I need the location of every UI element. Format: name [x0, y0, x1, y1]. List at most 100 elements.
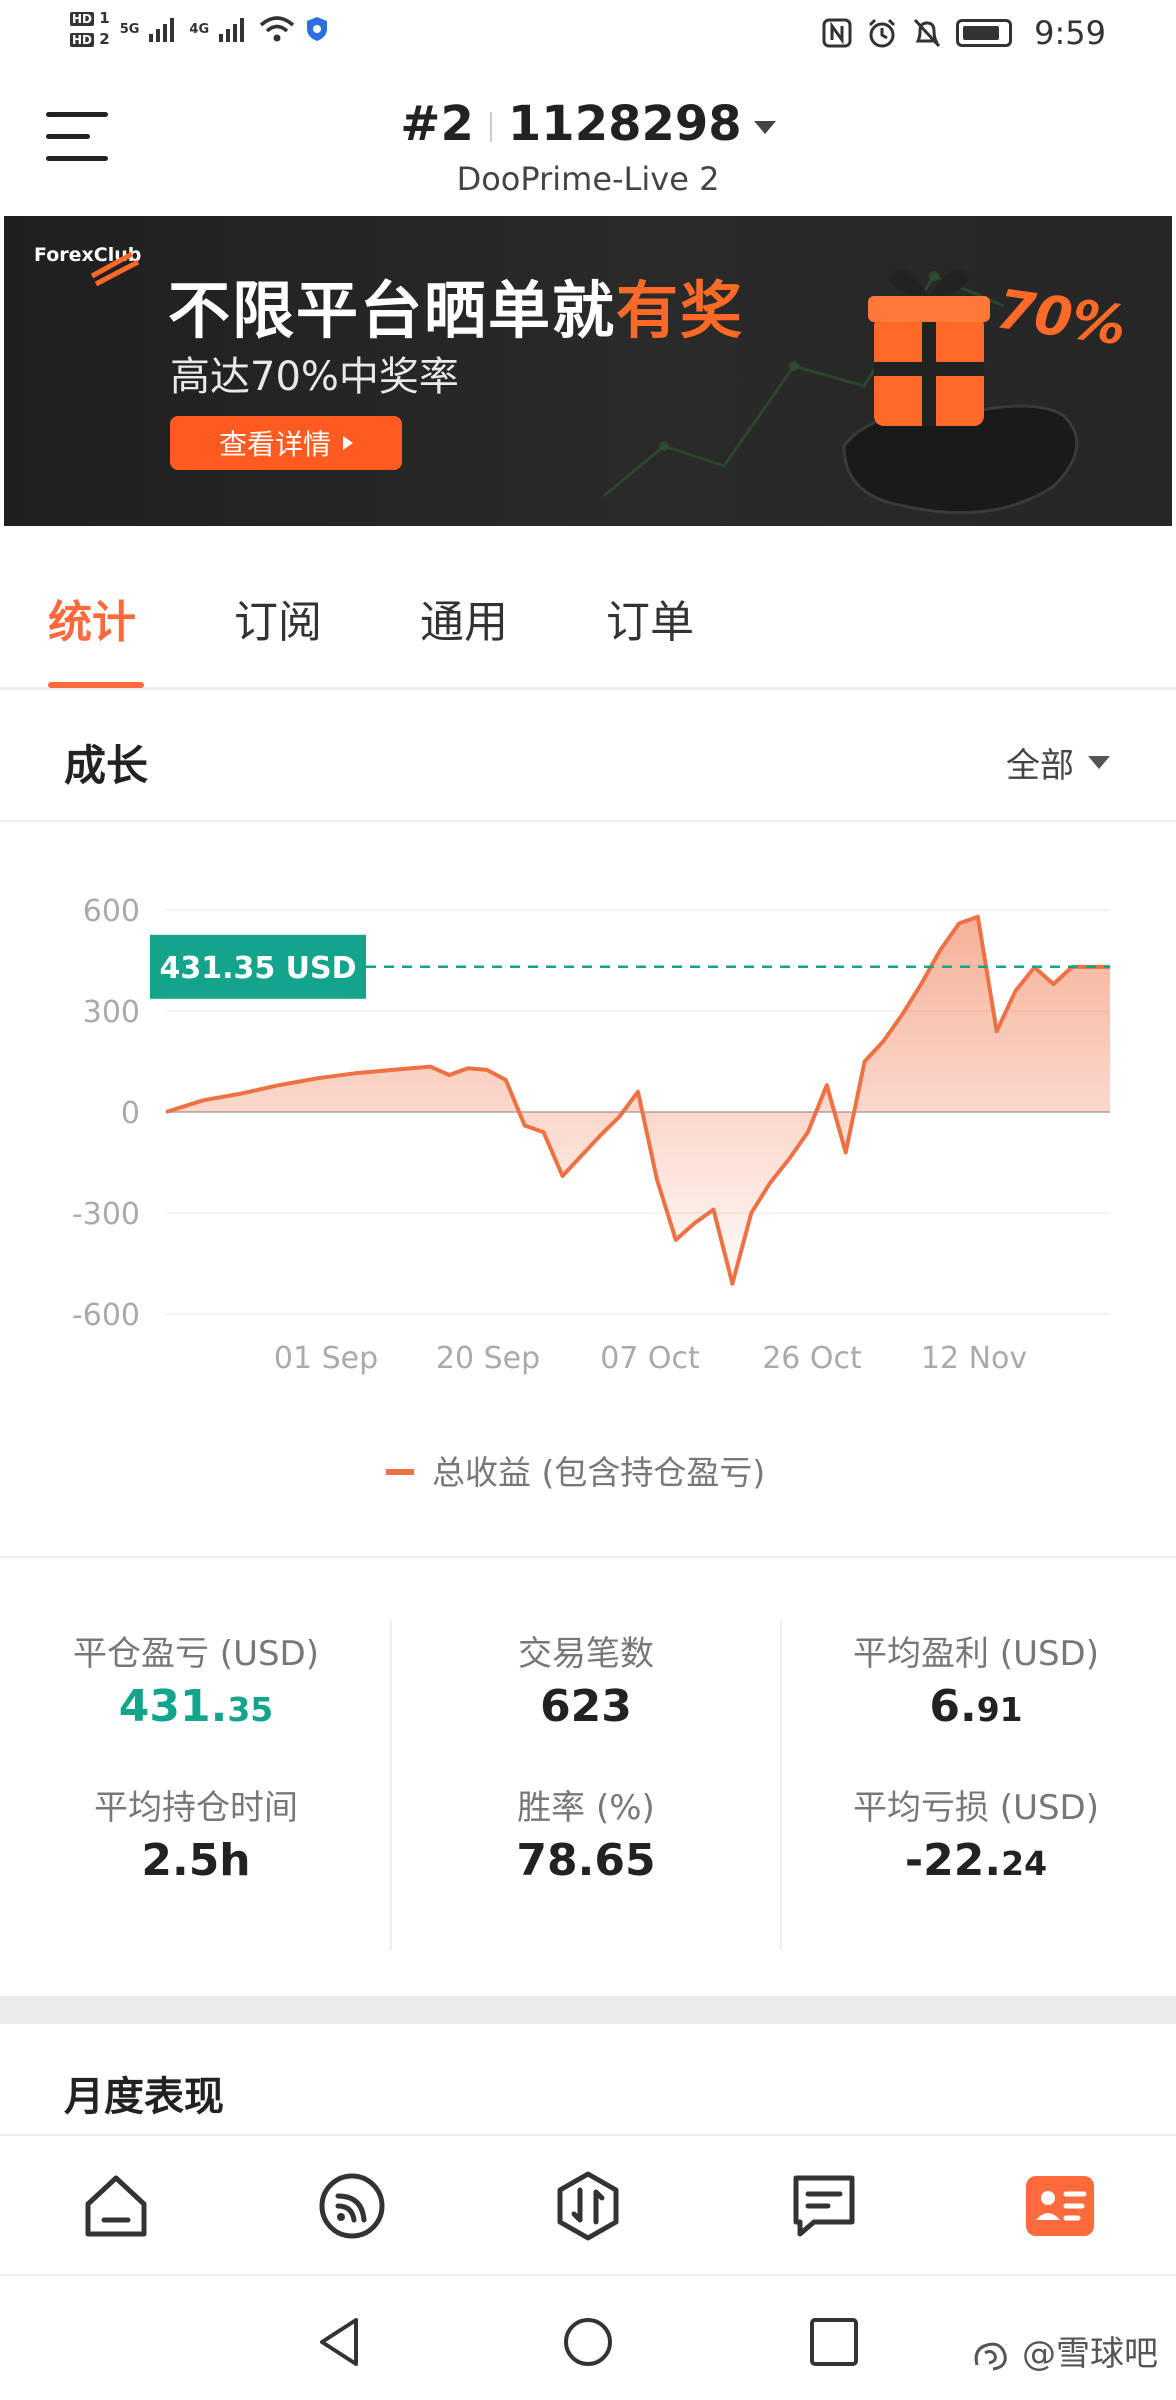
home-icon	[85, 2175, 147, 2237]
growth-chart: 600 300 0 -300 -600 01 Sep 20 Sep 07 Oct 26 Oct 1…	[0, 824, 1176, 1554]
banner-headline-main: 不限平台晒单就	[168, 274, 617, 347]
y-tick-label: 0	[121, 1096, 140, 1131]
current-value-label: 431.35 USD	[159, 951, 356, 986]
home-circle-icon[interactable]	[560, 2314, 616, 2370]
vpn-shield-icon	[307, 17, 328, 41]
account-number: 1128298	[507, 96, 742, 152]
nav-home[interactable]	[78, 2168, 154, 2244]
nav-feed[interactable]	[314, 2168, 390, 2244]
chevron-down-icon	[1088, 756, 1110, 769]
tab-statistics[interactable]: 统计	[48, 586, 136, 650]
growth-chart-svg: 600 300 0 -300 -600 01 Sep 20 Sep 07 Oct 26 Oct 1…	[72, 894, 1110, 1492]
signal-4g-icon	[219, 18, 245, 42]
stat-avg-hold-time-value: 2.5h	[141, 1835, 251, 1886]
growth-title: 成长	[64, 741, 149, 790]
nav-profile[interactable]	[1022, 2168, 1098, 2244]
tab-active-indicator	[48, 682, 144, 688]
stats-divider	[780, 1620, 782, 1950]
stats-panel: 平仓盈亏 (USD) 431.35 交易笔数 623 平均盈利 (USD) 6.…	[0, 1556, 1176, 1996]
hd2-number: 2	[99, 30, 110, 48]
tab-bar: 统计 订阅 通用 订单	[0, 530, 1176, 690]
x-tick-label: 20 Sep	[436, 1341, 540, 1376]
stat-avg-profit-label: 平均盈利 (USD)	[853, 1634, 1099, 1674]
nav-messages[interactable]	[786, 2168, 862, 2244]
chevron-down-icon	[753, 120, 776, 134]
stat-trades: 交易笔数 623	[396, 1626, 776, 1732]
system-nav: @雪球吧	[0, 2274, 1176, 2400]
banner-headline: 不限平台晒单就有奖	[168, 260, 744, 350]
watermark: @雪球吧	[971, 2326, 1158, 2375]
stat-avg-profit-value: 6.91	[786, 1681, 1166, 1732]
hd2-badge: HD 2	[70, 31, 110, 48]
nfc-icon	[822, 18, 852, 48]
account-index: #2	[400, 96, 474, 152]
account-selector[interactable]: #2 1128298	[0, 96, 1176, 152]
hd-indicators: HD 1 HD 2	[70, 10, 110, 48]
network-4g-label: 4G	[189, 21, 210, 37]
message-icon	[793, 2175, 855, 2237]
y-tick-label: 600	[83, 894, 140, 929]
y-tick-label: -300	[72, 1197, 140, 1232]
banner-cta-button[interactable]: 查看详情	[170, 416, 402, 470]
play-arrow-icon	[343, 436, 353, 450]
stat-closed-pl: 平仓盈亏 (USD) 431.35	[6, 1626, 386, 1732]
stat-win-rate: 胜率 (%) 78.65	[396, 1780, 776, 1886]
range-dropdown-value: 全部	[1006, 746, 1074, 786]
x-tick-label: 01 Sep	[274, 1341, 378, 1376]
stat-avg-profit: 平均盈利 (USD) 6.91	[786, 1626, 1166, 1732]
bottom-nav	[0, 2134, 1176, 2274]
legend-label: 总收益 (包含持仓盈亏)	[432, 1453, 765, 1492]
status-bar: HD 1 HD 2 5G 4G 9:59	[0, 0, 1176, 72]
feed-icon	[319, 2173, 385, 2239]
profile-icon	[1026, 2176, 1094, 2236]
forexclub-logo-icon	[90, 251, 140, 286]
wifi-icon	[259, 16, 295, 42]
stat-closed-pl-label: 平仓盈亏 (USD)	[73, 1634, 319, 1674]
stats-divider	[390, 1620, 392, 1950]
mute-bell-icon	[914, 18, 941, 48]
stat-win-rate-label: 胜率 (%)	[517, 1788, 655, 1828]
network-5g-label: 5G	[119, 21, 140, 37]
growth-section-header: 成长 全部	[0, 692, 1176, 822]
hd1-number: 1	[99, 9, 110, 27]
stat-avg-loss-label: 平均亏损 (USD)	[853, 1788, 1099, 1828]
stat-avg-hold-time: 平均持仓时间 2.5h	[6, 1780, 386, 1886]
alarm-icon	[869, 18, 896, 48]
banner-headline-highlight: 有奖	[616, 274, 745, 347]
section-gap	[0, 1996, 1176, 2024]
stat-avg-profit-dec: 91	[976, 1690, 1023, 1729]
stat-closed-pl-dec: 35	[227, 1690, 274, 1729]
stat-avg-loss-int: -22.	[904, 1835, 1002, 1886]
trade-icon	[557, 2171, 619, 2241]
app-header: #2 1128298 DooPrime-Live 2	[0, 72, 1176, 212]
hd1-badge: HD 1	[70, 10, 110, 27]
y-tick-label: -600	[72, 1298, 140, 1333]
account-server: DooPrime-Live 2	[456, 160, 720, 198]
tab-orders[interactable]: 订单	[606, 586, 694, 650]
account-separator	[489, 112, 492, 142]
stat-trades-value: 623	[540, 1681, 632, 1732]
signal-5g-icon	[149, 18, 175, 42]
snowball-logo-icon	[974, 2342, 1007, 2370]
tab-subscription[interactable]: 订阅	[234, 586, 322, 650]
stat-trades-label: 交易笔数	[518, 1634, 654, 1674]
stat-avg-hold-time-label: 平均持仓时间	[94, 1788, 298, 1828]
hd1-label: HD	[70, 12, 95, 26]
monthly-section-header: 月度表现	[0, 2024, 1176, 2134]
range-dropdown[interactable]: 全部	[1006, 738, 1110, 787]
battery-icon	[956, 19, 1013, 47]
back-icon[interactable]	[312, 2314, 368, 2370]
stat-win-rate-value: 78.65	[516, 1835, 656, 1886]
status-left: HD 1 HD 2 5G 4G	[70, 10, 329, 48]
tab-general[interactable]: 通用	[420, 586, 508, 650]
nav-trade[interactable]	[550, 2168, 626, 2244]
status-right: 9:59	[822, 14, 1106, 52]
stat-avg-loss: 平均亏损 (USD) -22.24	[786, 1780, 1166, 1886]
banner-subline: 高达70%中奖率	[170, 354, 459, 400]
x-tick-label: 12 Nov	[921, 1341, 1027, 1376]
promo-banner[interactable]: ForexClub 不限平台晒单就有奖 高达70%中奖率 查看详情 70%	[4, 216, 1172, 526]
stat-avg-profit-int: 6.	[929, 1681, 977, 1732]
recents-icon[interactable]	[806, 2314, 862, 2370]
banner-cta-label: 查看详情	[218, 428, 331, 461]
stat-avg-loss-dec: 24	[1001, 1844, 1048, 1883]
